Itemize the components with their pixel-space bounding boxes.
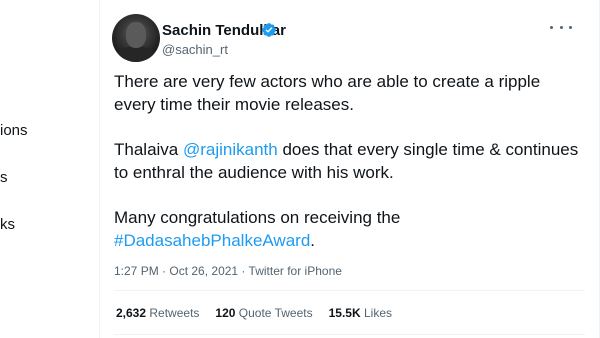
avatar[interactable] bbox=[112, 14, 160, 62]
meta-separator-1: · bbox=[158, 264, 170, 278]
tweet-time[interactable]: 1:27 PM bbox=[114, 264, 159, 278]
nav-item-2[interactable]: s bbox=[0, 169, 8, 186]
avatar-shoulders bbox=[116, 46, 156, 62]
likes-count: 15.5K bbox=[328, 306, 361, 320]
tweet-paragraph-2: Thalaiva @rajinikanth does that every si… bbox=[114, 138, 584, 184]
tweet-meta: 1:27 PM · Oct 26, 2021 · Twitter for iPh… bbox=[114, 264, 342, 278]
retweets-stat[interactable]: 2,632 Retweets bbox=[116, 306, 199, 320]
quote-tweets-label: Quote Tweets bbox=[238, 306, 313, 320]
retweets-count: 2,632 bbox=[116, 306, 147, 320]
mention-link[interactable]: @rajinikanth bbox=[183, 140, 278, 159]
meta-separator-2: · bbox=[238, 264, 249, 278]
nav-item-3[interactable]: ks bbox=[0, 216, 15, 233]
quote-tweets-count: 120 bbox=[215, 306, 236, 320]
retweets-label: Retweets bbox=[149, 306, 200, 320]
divider bbox=[114, 290, 585, 291]
dot bbox=[569, 25, 572, 29]
tweet-text: There are very few actors who are able t… bbox=[114, 70, 584, 274]
likes-stat[interactable]: 15.5K Likes bbox=[329, 306, 392, 320]
paragraph-2-prefix: Thalaiva bbox=[114, 140, 183, 159]
tweet-stats: 2,632 Retweets 120 Quote Tweets 15.5K Li… bbox=[116, 306, 392, 320]
avatar-face bbox=[126, 22, 146, 48]
left-navigation: ions s ks bbox=[0, 0, 60, 338]
tweet-detail: Sachin Tendulkar @sachin_rt There are ve… bbox=[99, 0, 600, 338]
tweet-date[interactable]: Oct 26, 2021 bbox=[169, 264, 238, 278]
paragraph-3-suffix: . bbox=[310, 231, 316, 250]
author-handle[interactable]: @sachin_rt bbox=[162, 42, 228, 57]
paragraph-1-text: There are very few actors who are able t… bbox=[114, 72, 541, 114]
verified-badge-icon bbox=[262, 23, 276, 37]
divider bbox=[114, 334, 585, 335]
page: ions s ks Sachin Tendulkar @sachin_rt Th… bbox=[0, 0, 600, 338]
dot bbox=[550, 25, 553, 29]
quote-tweets-stat[interactable]: 120 Quote Tweets bbox=[215, 306, 312, 320]
more-dots-icon[interactable] bbox=[550, 20, 572, 34]
dot bbox=[559, 25, 563, 29]
tweet-paragraph-1: There are very few actors who are able t… bbox=[114, 70, 584, 116]
tweet-paragraph-3: Many congratulations on receiving the #D… bbox=[114, 206, 584, 252]
tweet-source[interactable]: Twitter for iPhone bbox=[249, 264, 342, 278]
hashtag-link[interactable]: #DadasahebPhalkeAward bbox=[114, 231, 310, 250]
likes-label: Likes bbox=[363, 306, 392, 320]
paragraph-3-prefix: Many congratulations on receiving the bbox=[114, 208, 401, 227]
nav-item-1[interactable]: ions bbox=[0, 122, 28, 139]
